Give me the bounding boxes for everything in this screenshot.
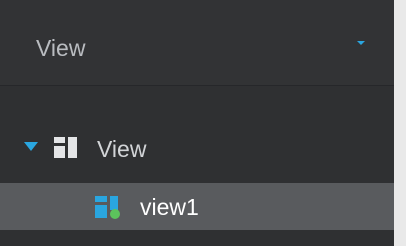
view-panel: View View view1 [0, 0, 394, 246]
view-group-icon [54, 137, 77, 158]
view-dropdown-header[interactable]: View [0, 0, 394, 86]
expand-arrow-icon[interactable] [24, 142, 38, 151]
caret-down-icon[interactable] [357, 41, 365, 45]
scrollbar-track[interactable] [394, 0, 406, 246]
tree-item-view-group[interactable]: View [0, 126, 394, 170]
view-layout-online-icon [95, 196, 120, 219]
tree-item-label: view1 [140, 194, 199, 220]
tree-item-label: View [97, 136, 147, 162]
header-title: View [36, 35, 86, 61]
tree-item-view1[interactable]: view1 [0, 183, 394, 230]
